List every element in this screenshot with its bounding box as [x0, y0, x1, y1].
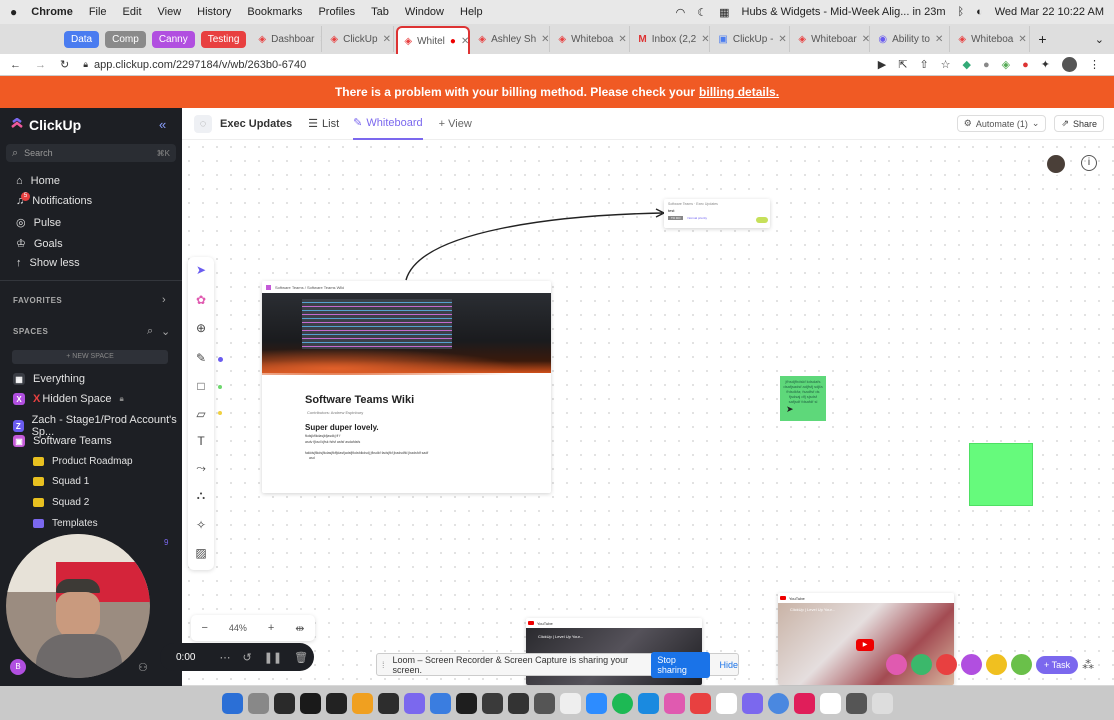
finder-icon[interactable]: [221, 692, 243, 714]
spotify-icon[interactable]: [611, 692, 633, 714]
macos-dock: [0, 686, 1114, 720]
app-icon[interactable]: [455, 692, 477, 714]
app-icon[interactable]: [481, 692, 503, 714]
apps-grid-icon[interactable]: ⁂: [1082, 658, 1094, 672]
app-icon[interactable]: [559, 692, 581, 714]
reminder-button[interactable]: [936, 654, 957, 675]
app-icon[interactable]: [429, 692, 451, 714]
hide-button[interactable]: Hide: [719, 660, 738, 670]
zoom-app-icon[interactable]: [585, 692, 607, 714]
toggle-icon: [756, 217, 768, 223]
slack-icon[interactable]: [793, 692, 815, 714]
wiki-card-header: Software Teams / Software Teams Wiki: [262, 281, 551, 293]
youtube-card-header: YouTube: [778, 593, 954, 603]
connector-tool-icon[interactable]: ⤳: [193, 460, 209, 476]
app-icon[interactable]: [689, 692, 711, 714]
console-icon[interactable]: [299, 692, 321, 714]
clickup-tool-icon[interactable]: ✿: [193, 292, 209, 308]
app-icon[interactable]: [741, 692, 763, 714]
recording-timer: 0:00: [176, 651, 196, 663]
zoom-out-button[interactable]: −: [201, 622, 207, 634]
color-dot: [218, 357, 223, 362]
youtube-card-header: YouTube: [526, 618, 702, 628]
sticky-note-tool-icon[interactable]: ▱: [193, 406, 209, 422]
app-icon[interactable]: [403, 692, 425, 714]
globe-tool-icon[interactable]: ⊕: [193, 320, 209, 336]
vscode-icon[interactable]: [637, 692, 659, 714]
app-icon[interactable]: [819, 692, 841, 714]
trash-icon[interactable]: [871, 692, 893, 714]
record-clip-button[interactable]: [886, 654, 907, 675]
youtube-icon: [780, 596, 786, 600]
draw-icon[interactable]: ⋯: [219, 651, 230, 664]
cursor-icon: ➤: [786, 404, 794, 414]
zoom-level[interactable]: 44%: [229, 623, 247, 633]
screen-share-notice: ⁞ Loom – Screen Recorder & Screen Captur…: [376, 651, 739, 678]
app-icon[interactable]: [377, 692, 399, 714]
image-tool-icon[interactable]: ▨: [193, 545, 209, 561]
whiteboard-toolbar: ➤ ✿ ⊕ ✎ □ ▱ T ⤳ ⛬ ✧ ▨: [188, 257, 214, 570]
timer-button[interactable]: [911, 654, 932, 675]
quick-actions: + Task ⁂: [886, 654, 1094, 675]
app-icon[interactable]: [845, 692, 867, 714]
wiki-doc-card[interactable]: Software Teams / Software Teams Wiki Sof…: [262, 281, 551, 493]
youtube-icon: [528, 621, 534, 625]
calendar-app-icon[interactable]: [715, 692, 737, 714]
trash-icon[interactable]: 🗑︎: [294, 651, 308, 664]
code-screen: [302, 299, 452, 349]
doc-icon: [266, 284, 271, 290]
play-icon[interactable]: ▶: [856, 639, 874, 651]
status-badge: TO DO: [668, 216, 684, 220]
text-tool-icon[interactable]: T: [193, 433, 209, 449]
color-dot: [218, 385, 222, 389]
wiki-title: Software Teams Wiki: [305, 394, 415, 406]
wiki-cover-image: [262, 293, 551, 375]
loom-control-bar: 0:00 ⋯ ↺ ❚❚ 🗑︎: [160, 643, 314, 671]
app-icon[interactable]: [507, 692, 529, 714]
doc-button[interactable]: [961, 654, 982, 675]
connector-arrow[interactable]: [405, 212, 663, 281]
select-tool-icon[interactable]: ➤: [193, 262, 209, 278]
system-settings-icon[interactable]: [247, 692, 269, 714]
ai-tool-icon[interactable]: ✧: [193, 517, 209, 533]
wiki-subtitle: Super duper lovely.: [305, 423, 379, 432]
app-icon[interactable]: [663, 692, 685, 714]
green-rectangle-shape[interactable]: [969, 443, 1033, 506]
fit-to-screen-icon[interactable]: ⇹: [295, 622, 304, 635]
shape-tool-icon[interactable]: □: [193, 378, 209, 394]
notepad-button[interactable]: [986, 654, 1007, 675]
app-icon[interactable]: [533, 692, 555, 714]
pen-tool-icon[interactable]: ✎: [193, 350, 209, 366]
chrome-icon[interactable]: [767, 692, 789, 714]
app-icon[interactable]: [351, 692, 373, 714]
zoom-control: − 44% + ⇹: [191, 615, 315, 641]
mindmap-tool-icon[interactable]: ⛬: [193, 487, 209, 503]
task-card[interactable]: Software Teams · Exec Updates test TO DO…: [664, 199, 770, 228]
color-dot: [218, 411, 222, 415]
cursor-app-icon[interactable]: [325, 692, 347, 714]
drag-handle-icon[interactable]: ⁞: [382, 660, 385, 670]
pause-icon[interactable]: ❚❚: [264, 651, 282, 664]
whiteboard-button[interactable]: [1011, 654, 1032, 675]
terminal-icon[interactable]: [273, 692, 295, 714]
zoom-in-button[interactable]: +: [268, 622, 274, 634]
stop-sharing-button[interactable]: Stop sharing: [651, 651, 711, 678]
add-task-button[interactable]: + Task: [1036, 655, 1079, 674]
restart-icon[interactable]: ↺: [242, 651, 251, 664]
keyboard-glow: [262, 345, 551, 375]
